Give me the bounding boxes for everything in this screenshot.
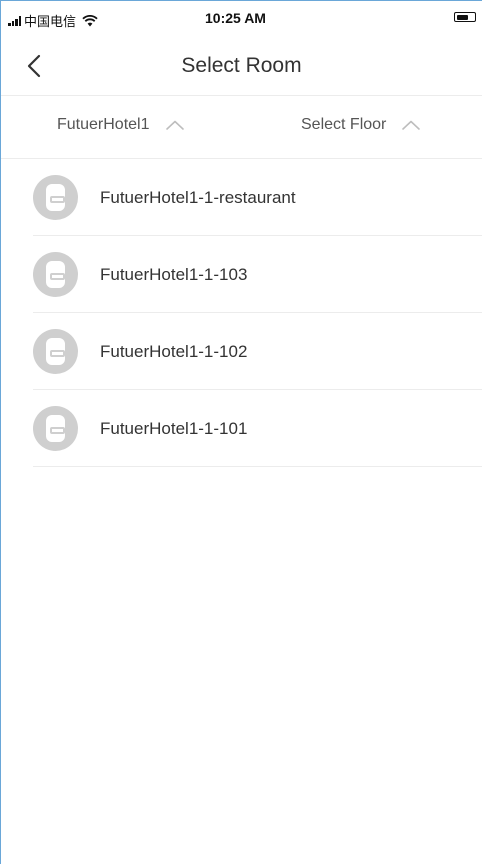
battery-icon [454, 12, 476, 22]
door-lock-icon [33, 252, 78, 297]
nav-bar: Select Room [1, 37, 482, 96]
room-list: FutuerHotel1-1-restaurant FutuerHotel1-1… [1, 159, 482, 467]
room-name: FutuerHotel1-1-restaurant [100, 188, 296, 207]
door-lock-icon [33, 175, 78, 220]
room-name: FutuerHotel1-1-102 [100, 342, 248, 361]
chevron-up-icon [165, 120, 184, 130]
chevron-up-icon [402, 120, 421, 130]
room-name: FutuerHotel1-1-103 [100, 265, 248, 284]
list-item[interactable]: FutuerHotel1-1-restaurant [1, 159, 482, 236]
hotel-filter-dropdown[interactable]: FutuerHotel1 [57, 116, 184, 134]
list-item[interactable]: FutuerHotel1-1-103 [1, 236, 482, 313]
floor-filter-dropdown[interactable]: Select Floor [301, 116, 421, 134]
page-title: Select Room [181, 54, 302, 77]
list-item[interactable]: FutuerHotel1-1-102 [1, 313, 482, 390]
floor-filter-label: Select Floor [301, 116, 387, 133]
room-name: FutuerHotel1-1-101 [100, 419, 248, 438]
filter-bar: FutuerHotel1 Select Floor [1, 96, 482, 159]
status-bar: 中国电信 10:25 AM [1, 1, 482, 37]
hotel-filter-label: FutuerHotel1 [57, 116, 150, 133]
list-item[interactable]: FutuerHotel1-1-101 [1, 390, 482, 467]
app-screen: 中国电信 10:25 AM Select Room FutuerHotel1 S… [0, 0, 482, 864]
door-lock-icon [33, 406, 78, 451]
status-time: 10:25 AM [205, 10, 266, 26]
door-lock-icon [33, 329, 78, 374]
